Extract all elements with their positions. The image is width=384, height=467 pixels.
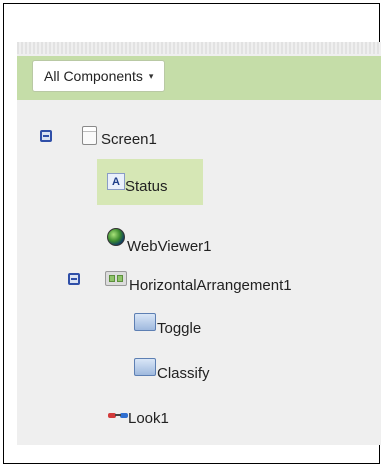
collapse-toggle-icon[interactable] (68, 272, 80, 285)
tree-item-webviewer1[interactable]: WebViewer1 (107, 218, 212, 255)
look-extension-icon (108, 412, 128, 418)
tree-item-classify[interactable]: Classify (134, 351, 210, 382)
screen-icon (82, 126, 97, 145)
components-toolbar: All Components ▾ (17, 56, 381, 100)
panel-top-border (17, 42, 381, 54)
horizontal-arrangement-icon (105, 271, 127, 286)
tree-item-toggle[interactable]: Toggle (134, 306, 201, 337)
tree-item-label: Look1 (128, 410, 169, 427)
tree-item-label: Screen1 (101, 131, 157, 148)
globe-icon (107, 227, 125, 246)
collapse-toggle-icon[interactable] (40, 129, 52, 142)
tree-item-look1[interactable]: Look1 (108, 404, 169, 427)
tree-item-label: Toggle (157, 320, 202, 337)
tree-item-label: WebViewer1 (127, 238, 212, 255)
tree-item-horizontalarrangement1[interactable]: HorizontalArrangement1 (68, 263, 292, 294)
button-icon (134, 357, 156, 376)
button-icon (134, 312, 156, 331)
tree-item-label: Classify (157, 365, 210, 382)
tree-item-status[interactable]: A Status (107, 168, 168, 195)
tree-item-label: HorizontalArrangement1 (129, 277, 292, 294)
tree-item-screen1[interactable]: Screen1 (40, 123, 157, 148)
dropdown-label: All Components (44, 68, 143, 84)
all-components-dropdown[interactable]: All Components ▾ (32, 60, 166, 92)
tree-item-label: Status (125, 178, 168, 195)
chevron-down-icon: ▾ (148, 70, 154, 81)
label-icon: A (107, 173, 125, 190)
